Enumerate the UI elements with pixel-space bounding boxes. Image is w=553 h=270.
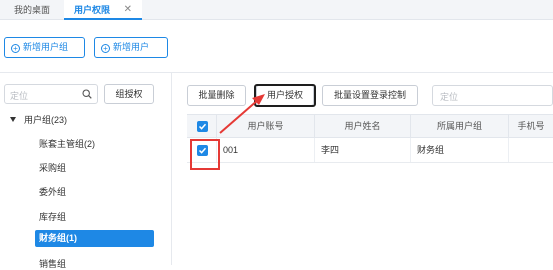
user-authorize-highlight [254, 84, 316, 107]
tree-item-group[interactable]: 账套主管组(2) [39, 137, 95, 150]
batch-login-control-button[interactable]: 批量设置登录控制 [322, 85, 418, 106]
tree-item-group[interactable]: 采购组 [39, 161, 66, 174]
cell-group: 财务组 [411, 138, 509, 162]
toolbar-divider [0, 72, 553, 73]
check-icon [198, 123, 207, 130]
add-user-button[interactable]: + 新增用户 [94, 37, 168, 58]
cell-account: 001 [217, 138, 315, 162]
batch-delete-button[interactable]: 批量删除 [187, 85, 246, 106]
panel-divider [171, 73, 172, 265]
search-icon[interactable] [82, 89, 92, 99]
table-row[interactable]: 001 李四 财务组 [187, 138, 553, 163]
tree-item-group[interactable]: 库存组 [39, 210, 66, 223]
tree-root-user-groups[interactable]: 用户组(23) [10, 113, 67, 126]
plus-circle-icon: + [101, 44, 110, 53]
group-search-input[interactable]: 定位 [4, 84, 98, 104]
column-header-group[interactable]: 所属用户组 [411, 115, 509, 138]
plus-circle-icon: + [11, 44, 20, 53]
grid-header: 用户账号 用户姓名 所属用户组 手机号 [187, 114, 553, 138]
cell-name: 李四 [315, 138, 411, 162]
user-locate-input[interactable]: 定位 [432, 85, 553, 106]
tab-user-permissions-label: 用户权限 [74, 5, 111, 15]
group-authorize-button[interactable]: 组授权 [104, 84, 154, 104]
add-user-label: 新增用户 [113, 42, 150, 52]
header-checkbox-cell [187, 115, 217, 138]
tree-root-label: 用户组(23) [24, 115, 68, 125]
column-header-account[interactable]: 用户账号 [217, 115, 315, 138]
tab-strip: 我的桌面 用户权限 ✕ [0, 0, 553, 20]
user-locate-placeholder: 定位 [440, 92, 459, 102]
close-icon[interactable]: ✕ [124, 0, 132, 20]
add-user-group-label: 新增用户组 [23, 42, 69, 52]
tab-user-permissions[interactable]: 用户权限 ✕ [64, 0, 142, 20]
tree-item-group-selected[interactable]: 财务组(1) [35, 230, 154, 247]
tree-item-group[interactable]: 委外组 [39, 185, 66, 198]
caret-down-icon[interactable] [10, 117, 16, 122]
tab-home[interactable]: 我的桌面 [14, 0, 50, 20]
row-checkbox-highlight [190, 139, 220, 170]
add-user-group-button[interactable]: + 新增用户组 [4, 37, 85, 58]
cell-phone [509, 138, 553, 162]
column-header-name[interactable]: 用户姓名 [315, 115, 411, 138]
tree-item-group[interactable]: 销售组 [39, 257, 66, 270]
column-header-phone[interactable]: 手机号 [509, 115, 553, 138]
group-search-placeholder: 定位 [10, 91, 29, 101]
header-checkbox[interactable] [197, 121, 208, 132]
